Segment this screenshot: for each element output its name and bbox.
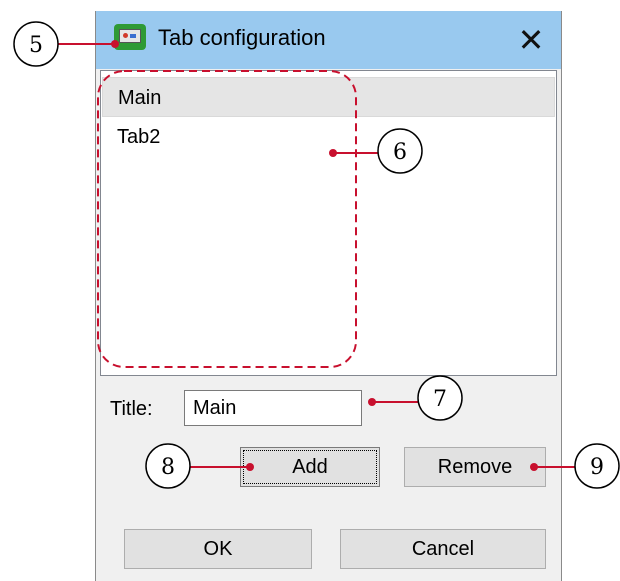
callout-9-number: 9 [590, 455, 604, 480]
list-item-main[interactable]: Main [102, 77, 555, 117]
cancel-button[interactable]: Cancel [340, 529, 546, 569]
tab-list[interactable]: Main Tab2 [100, 70, 557, 376]
ok-button-label: OK [203, 538, 233, 560]
add-button[interactable]: Add [240, 447, 380, 487]
title-input[interactable] [184, 390, 362, 426]
window-title: Tab configuration [158, 25, 326, 50]
callout-5-number: 5 [29, 33, 43, 58]
title-bar[interactable]: Tab configuration ✕ [96, 11, 561, 69]
remove-button-label: Remove [437, 456, 513, 478]
close-icon[interactable]: ✕ [501, 11, 561, 69]
app-monitor-icon [114, 24, 146, 50]
cancel-button-label: Cancel [411, 538, 475, 560]
title-label: Title: [110, 398, 153, 420]
ok-button[interactable]: OK [124, 529, 312, 569]
remove-button[interactable]: Remove [404, 447, 546, 487]
list-item-tab2[interactable]: Tab2 [102, 117, 555, 157]
tab-configuration-dialog: Tab configuration ✕ Main Tab2 Title: Add… [95, 11, 562, 581]
